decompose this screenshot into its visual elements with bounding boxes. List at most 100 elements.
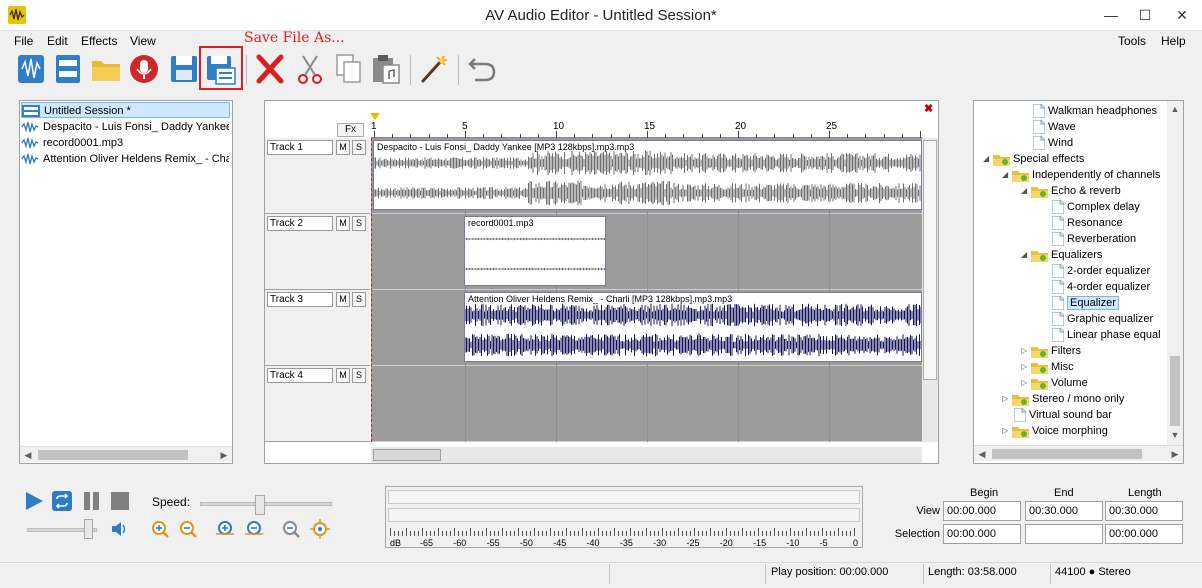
scroll-left-arrow-icon[interactable]: ◀ [974, 446, 990, 462]
save-button[interactable] [167, 51, 201, 87]
collapse-arrow-icon[interactable]: ◢ [1021, 247, 1031, 263]
expand-arrow-icon[interactable]: ▷ [1002, 423, 1012, 439]
zoom-in-vertical-button[interactable] [215, 519, 235, 539]
tree-item[interactable]: Linear phase equal [978, 327, 1166, 343]
scroll-thumb[interactable] [373, 449, 441, 461]
tree-item[interactable]: Wave [978, 119, 1166, 135]
menu-help[interactable]: Help [1161, 34, 1186, 48]
scroll-right-arrow-icon[interactable]: ▶ [216, 447, 232, 463]
volume-slider-thumb[interactable] [83, 519, 93, 539]
zoom-in-horizontal-button[interactable] [150, 519, 170, 539]
tracks-horizontal-scrollbar[interactable] [371, 447, 922, 463]
menu-effects[interactable]: Effects [81, 34, 117, 48]
solo-button[interactable]: S [352, 292, 366, 307]
mute-button[interactable]: M [336, 368, 350, 383]
maximize-button[interactable]: ☐ [1128, 0, 1162, 31]
mute-button[interactable]: M [336, 216, 350, 231]
zoom-out-vertical-button[interactable] [244, 519, 264, 539]
stop-button[interactable] [109, 490, 131, 512]
tree-item[interactable]: 4-order equalizer [978, 279, 1166, 295]
selection-length-field[interactable]: 00:00.000 [1105, 524, 1183, 544]
tree-item[interactable]: ◢ Independently of channels [978, 167, 1166, 183]
record-button[interactable] [127, 51, 161, 87]
speed-slider-track[interactable] [200, 502, 332, 506]
track-lane[interactable]: Despacito - Luis Fonsi_ Daddy Yankee [MP… [371, 138, 922, 214]
session-item[interactable]: Attention Oliver Heldens Remix_ - Charli [21, 151, 229, 167]
fx-header[interactable]: Fx [337, 123, 364, 137]
audio-clip[interactable]: Despacito - Luis Fonsi_ Daddy Yankee [MP… [373, 140, 922, 210]
tree-item[interactable]: Wind [978, 135, 1166, 151]
solo-button[interactable]: S [352, 368, 366, 383]
solo-button[interactable]: S [352, 140, 366, 155]
mute-button[interactable]: M [336, 292, 350, 307]
tree-item[interactable]: ◢ Echo & reverb [978, 183, 1166, 199]
close-button[interactable]: ✕ [1162, 0, 1202, 31]
scroll-down-arrow-icon[interactable]: ▼ [1167, 427, 1183, 443]
scroll-thumb[interactable] [923, 140, 937, 380]
expand-arrow-icon[interactable]: ▷ [1021, 359, 1031, 375]
tree-item[interactable]: ▷ Stereo / mono only [978, 391, 1166, 407]
new-session-button[interactable] [14, 51, 48, 87]
collapse-arrow-icon[interactable]: ◢ [1002, 167, 1012, 183]
scroll-thumb[interactable] [38, 450, 188, 460]
volume-button[interactable] [109, 519, 129, 539]
play-button[interactable] [23, 490, 45, 512]
session-item[interactable]: Untitled Session * [21, 102, 230, 118]
copy-button[interactable] [331, 51, 365, 87]
new-track-button[interactable] [51, 51, 85, 87]
tree-item[interactable]: Complex delay [978, 199, 1166, 215]
tree-item[interactable]: ◢ Special effects [978, 151, 1166, 167]
tree-item[interactable]: ▷ Filters [978, 343, 1166, 359]
menu-tools[interactable]: Tools [1118, 34, 1146, 48]
tree-vertical-scrollbar[interactable]: ▲ ▼ [1167, 101, 1183, 445]
audio-clip[interactable]: Attention Oliver Heldens Remix_ - Charli… [464, 292, 922, 362]
tree-item[interactable]: Reverberation [978, 231, 1166, 247]
cut-button[interactable] [293, 51, 327, 87]
session-item[interactable]: record0001.mp3 [21, 135, 229, 151]
delete-button[interactable] [253, 51, 287, 87]
mute-button[interactable]: M [336, 140, 350, 155]
tree-item[interactable]: Resonance [978, 215, 1166, 231]
menu-view[interactable]: View [130, 34, 156, 48]
menu-edit[interactable]: Edit [47, 34, 68, 48]
track-name-field[interactable]: Track 1 [267, 140, 333, 155]
collapse-arrow-icon[interactable]: ◢ [983, 151, 993, 167]
tree-item[interactable]: ▷ Volume [978, 375, 1166, 391]
track-name-field[interactable]: Track 4 [267, 368, 333, 383]
zoom-out-horizontal-button[interactable] [178, 519, 198, 539]
selection-begin-field[interactable]: 00:00.000 [943, 524, 1021, 544]
track-name-field[interactable]: Track 2 [267, 216, 333, 231]
track-lane[interactable] [371, 366, 922, 442]
tree-item[interactable]: Walkman headphones [978, 103, 1166, 119]
close-panel-icon[interactable]: ✖ [924, 102, 933, 115]
view-length-field[interactable]: 00:30.000 [1105, 501, 1183, 521]
menu-file[interactable]: File [14, 34, 33, 48]
expand-arrow-icon[interactable]: ▷ [1021, 375, 1031, 391]
session-horizontal-scrollbar[interactable]: ◀ ▶ [20, 446, 232, 462]
track-name-field[interactable]: Track 3 [267, 292, 333, 307]
tree-item[interactable]: Virtual sound bar [978, 407, 1166, 423]
undo-button[interactable] [465, 51, 499, 87]
expand-arrow-icon[interactable]: ▷ [1002, 391, 1012, 407]
expand-arrow-icon[interactable]: ▷ [1021, 343, 1031, 359]
time-ruler[interactable]: 1 5 10 15 20 25 [371, 121, 922, 138]
tracks-vertical-scrollbar[interactable] [922, 138, 938, 442]
track-lane[interactable]: Attention Oliver Heldens Remix_ - Charli… [371, 290, 922, 366]
tree-item[interactable]: 2-order equalizer [978, 263, 1166, 279]
playhead-marker-icon[interactable] [370, 113, 380, 120]
loop-button[interactable] [51, 490, 73, 512]
scroll-right-arrow-icon[interactable]: ▶ [1167, 446, 1183, 462]
tree-item[interactable]: Equalizer [978, 295, 1166, 311]
paste-button[interactable] [369, 51, 403, 87]
effects-wand-button[interactable] [417, 51, 451, 87]
scroll-thumb[interactable] [992, 449, 1142, 459]
tree-item[interactable]: ▷ Misc [978, 359, 1166, 375]
scroll-up-arrow-icon[interactable]: ▲ [1167, 101, 1183, 117]
save-as-button[interactable] [204, 51, 238, 87]
view-end-field[interactable]: 00:30.000 [1025, 501, 1103, 521]
collapse-arrow-icon[interactable]: ◢ [1021, 183, 1031, 199]
selection-end-field[interactable] [1025, 524, 1103, 544]
session-item[interactable]: Despacito - Luis Fonsi_ Daddy Yankee [21, 119, 229, 135]
scroll-left-arrow-icon[interactable]: ◀ [20, 447, 36, 463]
tree-item[interactable]: ◢ Equalizers [978, 247, 1166, 263]
